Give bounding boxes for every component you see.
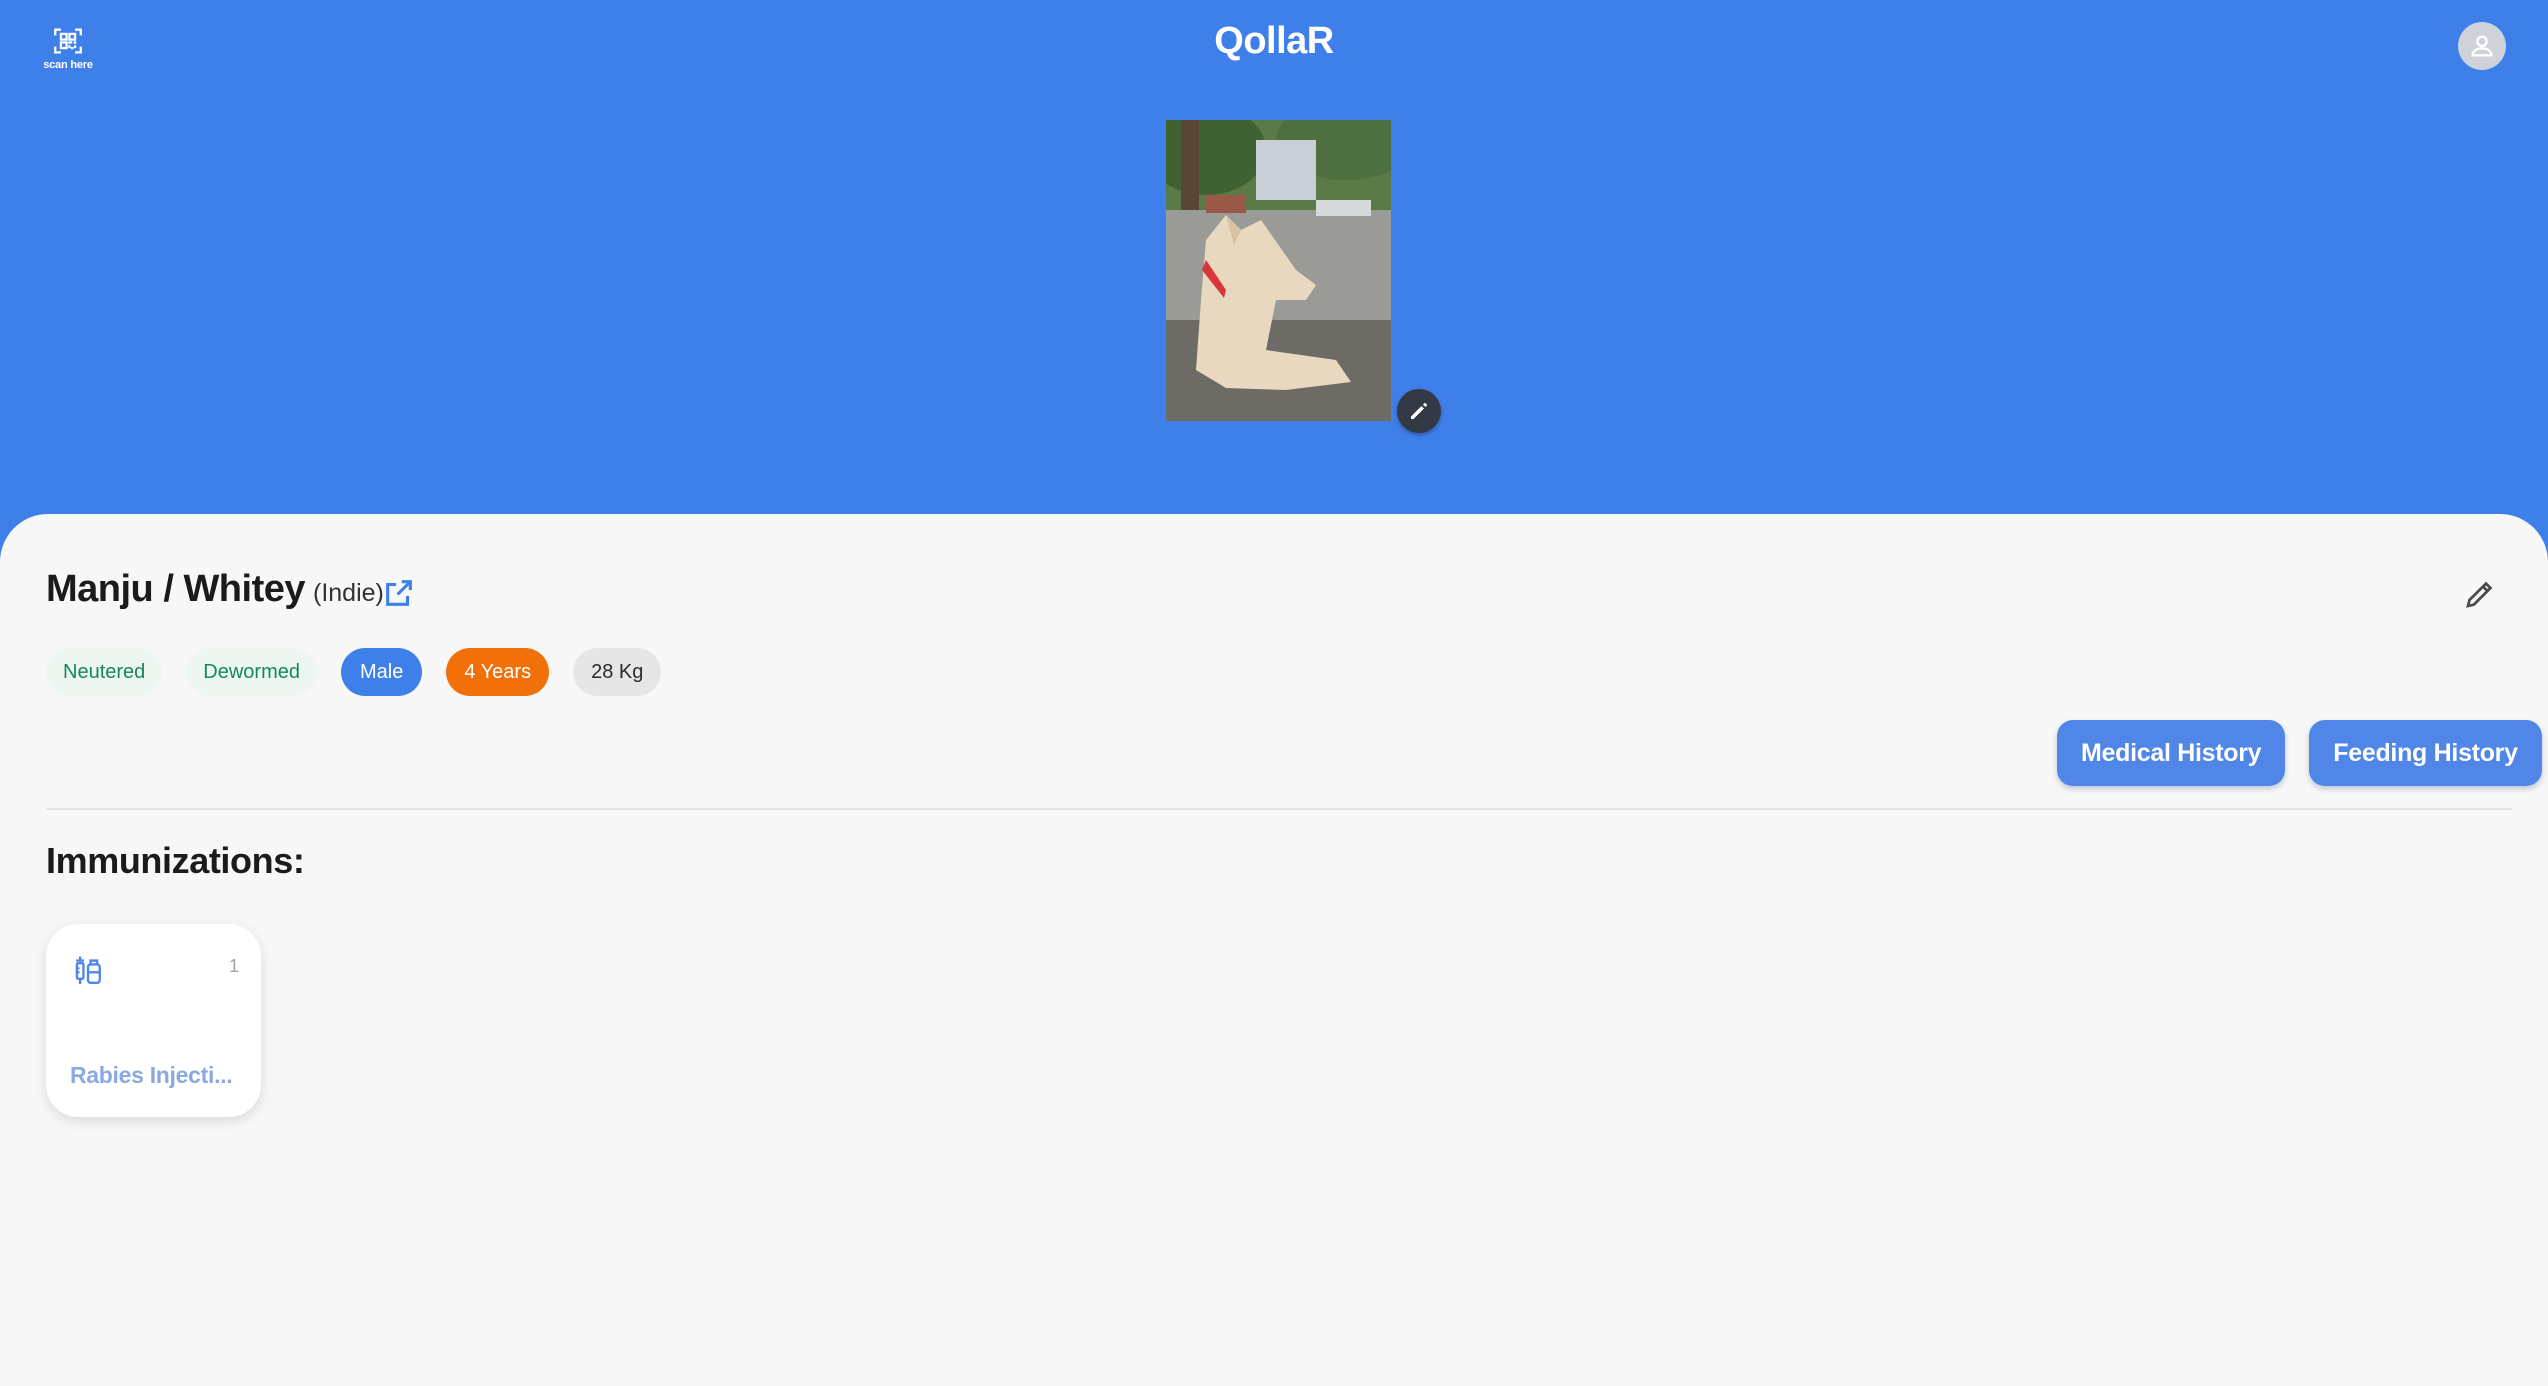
syringe-icon [75,956,101,985]
immunizations-title: Immunizations: [46,840,305,881]
edit-profile-icon[interactable] [2462,576,2498,612]
divider [46,808,2512,810]
open-external-icon[interactable] [382,576,416,610]
photo-edit-button[interactable] [1397,389,1441,433]
pet-tags: Neutered Dewormed Male 4 Years 28 Kg [46,648,662,696]
tag-gender: Male [340,648,423,696]
user-icon [2471,35,2493,57]
feeding-history-button[interactable]: Feeding History [2309,720,2542,786]
profile-panel [0,514,2548,1386]
pet-name-row: Manju / Whitey (Indie) [46,568,384,611]
history-actions: Medical History Feeding History [2057,720,2542,786]
tag-age: 4 Years [446,648,550,696]
tag-dewormed: Dewormed [186,648,317,696]
medical-history-button[interactable]: Medical History [2057,720,2286,786]
pet-breed: (Indie) [313,579,384,607]
pet-photo [1166,120,1391,421]
header: scan here QollaR [0,0,2548,560]
immunization-count: 1 [228,956,239,976]
tag-weight: 28 Kg [573,648,662,696]
immunization-card[interactable]: 1 Rabies Injecti... [46,924,261,1117]
pet-name: Manju / Whitey [46,568,306,610]
pencil-icon [1411,403,1427,419]
tag-neutered: Neutered [46,648,163,696]
avatar[interactable] [2458,22,2506,70]
app-title: QollaR [1214,20,1334,62]
immunization-name: Rabies Injecti... [70,1062,233,1088]
